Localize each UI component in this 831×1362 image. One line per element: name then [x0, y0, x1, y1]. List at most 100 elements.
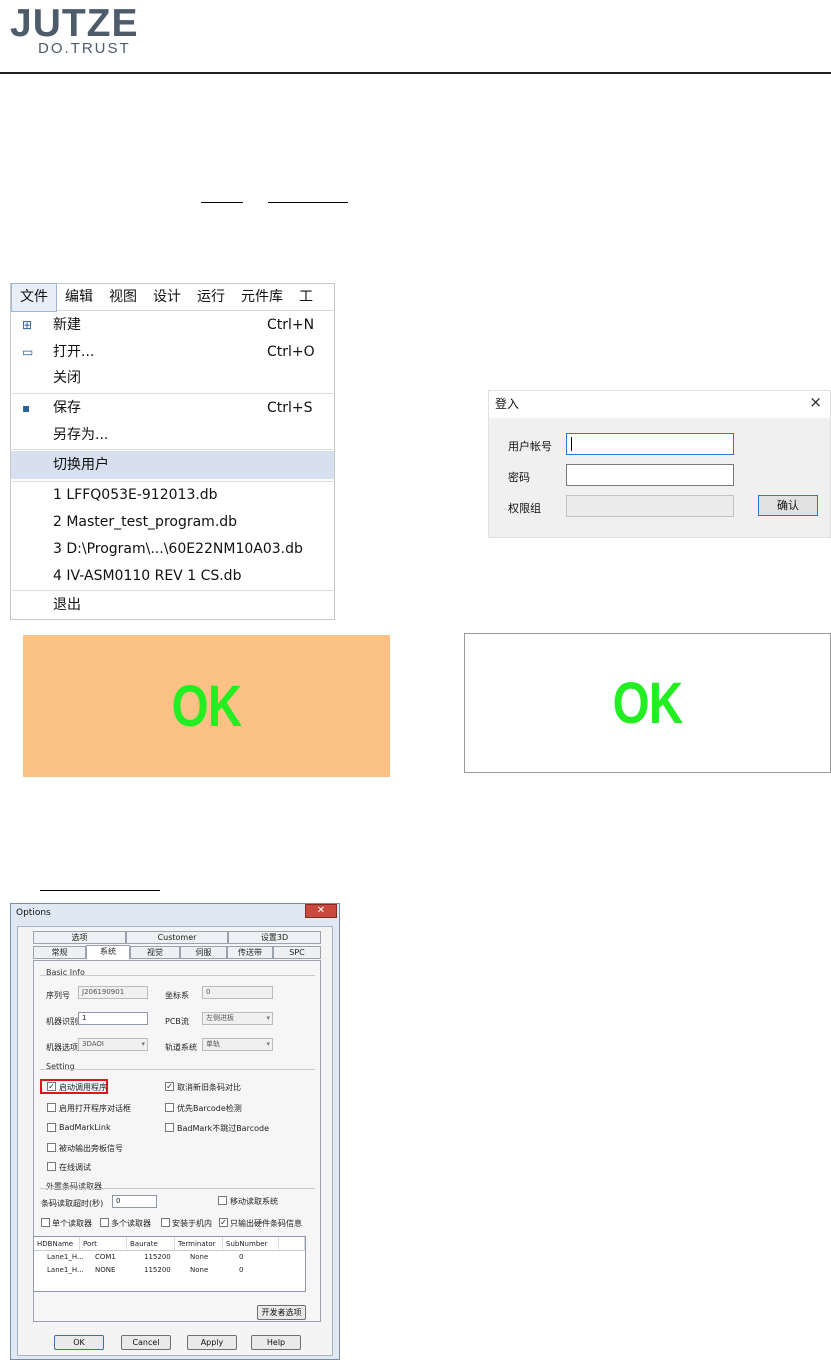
menu-item-label: 1 LFFQ053E-912013.db — [53, 487, 218, 503]
coordinate-field: 0 — [202, 986, 273, 999]
tab-setting-3d[interactable]: 设置3D — [228, 931, 321, 944]
cancel-barcode-compare-label: 取消新旧条码对比 — [177, 1083, 241, 1092]
menu-item-new[interactable]: ⊞ 新建 Ctrl+N — [11, 312, 334, 338]
serial-number-label: 序列号 — [46, 991, 70, 1000]
tab-customer[interactable]: Customer — [126, 931, 228, 944]
tab-spc[interactable]: SPC — [273, 946, 321, 959]
machine-option-select[interactable]: 3DAOI ▾ — [78, 1038, 148, 1051]
menu-item-label: 保存 — [53, 400, 81, 416]
checkbox-auto-load-program[interactable]: ✓ — [47, 1082, 56, 1091]
chevron-down-icon: ▾ — [266, 1014, 270, 1022]
machine-id-input[interactable]: 1 — [78, 1012, 148, 1025]
open-program-dialog-label: 启用打开程序对话框 — [59, 1104, 131, 1113]
hardware-barcode-only-label: 只输出硬件条码信息 — [230, 1219, 302, 1228]
tab-vision[interactable]: 视觉 — [130, 946, 180, 959]
checkbox-single-reader[interactable] — [41, 1218, 50, 1227]
password-label: 密码 — [508, 471, 530, 484]
underline-mark — [201, 202, 243, 203]
menu-item-shortcut: Ctrl+S — [267, 400, 313, 416]
tab-servo[interactable]: 伺服 — [180, 946, 227, 959]
menu-item-shortcut: Ctrl+O — [267, 344, 315, 360]
single-reader-label: 单个读取器 — [52, 1219, 92, 1228]
menu-item-recent-1[interactable]: 1 LFFQ053E-912013.db — [11, 482, 334, 508]
menu-item-label: 退出 — [53, 597, 81, 613]
ok-status-text: OK — [612, 670, 684, 736]
menu-item-close[interactable]: 关闭 — [11, 365, 334, 391]
password-input[interactable] — [566, 464, 734, 486]
menu-item-recent-2[interactable]: 2 Master_test_program.db — [11, 509, 334, 535]
machine-option-value: 3DAOI — [82, 1040, 104, 1048]
ok-button[interactable]: OK — [54, 1335, 104, 1350]
table-cell[interactable]: COM1 — [92, 1252, 134, 1263]
table-cell[interactable]: Lane1_H... — [44, 1252, 90, 1263]
close-icon[interactable]: × — [809, 393, 822, 411]
barcode-timeout-label: 条码读取超时(秒) — [41, 1199, 104, 1208]
ok-status-text: OK — [171, 673, 243, 739]
jutze-logo: JUTZE DO.TRUST — [10, 2, 150, 62]
menu-separator — [12, 393, 333, 394]
chevron-down-icon: ▾ — [141, 1040, 145, 1048]
table-cell[interactable]: None — [187, 1265, 229, 1276]
barcode-reader-group-label: 外置条码读取器 — [46, 1182, 102, 1191]
menu-library[interactable]: 元件库 — [233, 284, 291, 311]
help-button[interactable]: Help — [251, 1335, 301, 1350]
tab-options[interactable]: 选项 — [33, 931, 126, 944]
checkbox-barcode-priority[interactable] — [165, 1103, 174, 1112]
apply-button[interactable]: Apply — [187, 1335, 237, 1350]
menu-item-open[interactable]: ▭ 打开... Ctrl+O — [11, 339, 334, 365]
menu-item-label: 关闭 — [53, 370, 81, 386]
checkbox-multi-reader[interactable] — [100, 1218, 109, 1227]
menu-item-save-as[interactable]: 另存为... — [11, 422, 334, 448]
table-cell[interactable]: 0 — [236, 1252, 276, 1263]
menu-item-shortcut: Ctrl+N — [267, 317, 315, 333]
user-account-input[interactable] — [566, 433, 734, 455]
menu-file[interactable]: 文件 — [11, 282, 57, 312]
chevron-down-icon: ▾ — [266, 1040, 270, 1048]
checkbox-hardware-barcode-only[interactable]: ✓ — [219, 1218, 228, 1227]
checkbox-passive-output[interactable] — [47, 1143, 56, 1152]
checkbox-cancel-barcode-compare[interactable]: ✓ — [165, 1082, 174, 1091]
login-dialog: 登入 × 用户帐号 密码 权限组 确认 — [488, 390, 831, 538]
ok-panel-white: OK — [464, 633, 831, 773]
tab-general[interactable]: 常规 — [33, 946, 86, 959]
table-cell[interactable]: 115200 — [141, 1265, 183, 1276]
menu-edit[interactable]: 编辑 — [57, 284, 101, 311]
machine-option-label: 机器选项 — [46, 1043, 78, 1052]
checkbox-online-debug[interactable] — [47, 1162, 56, 1171]
menu-item-recent-3[interactable]: 3 D:\Program\...\60E22NM10A03.db — [11, 536, 334, 562]
menu-separator — [12, 449, 333, 450]
confirm-button[interactable]: 确认 — [758, 495, 818, 516]
menu-tools[interactable]: 工 — [291, 284, 321, 311]
table-cell[interactable]: None — [187, 1252, 229, 1263]
passive-output-label: 被动输出旁板信号 — [59, 1144, 123, 1153]
table-cell[interactable]: NONE — [92, 1265, 134, 1276]
multi-reader-label: 多个读取器 — [111, 1219, 151, 1228]
close-icon[interactable]: ✕ — [305, 904, 337, 918]
tab-system[interactable]: 系统 — [86, 945, 130, 960]
track-system-value: 单轨 — [206, 1040, 220, 1048]
checkbox-mobile-read[interactable] — [218, 1196, 227, 1205]
developer-options-button[interactable]: 开发者选项 — [257, 1305, 306, 1320]
checkbox-open-program-dialog[interactable] — [47, 1103, 56, 1112]
table-cell[interactable]: Lane1_H... — [44, 1265, 90, 1276]
barcode-timeout-input[interactable]: 0 — [112, 1195, 157, 1208]
checkbox-badmark-no-skip[interactable] — [165, 1123, 174, 1132]
pcb-flow-select[interactable]: 左侧进板 ▾ — [202, 1012, 273, 1025]
menu-item-switch-user[interactable]: 切换用户 — [11, 451, 334, 479]
menu-item-recent-4[interactable]: 4 IV-ASM0110 REV 1 CS.db — [11, 563, 334, 589]
menu-run[interactable]: 运行 — [189, 284, 233, 311]
track-system-select[interactable]: 单轨 ▾ — [202, 1038, 273, 1051]
checkbox-badmark-link[interactable] — [47, 1123, 56, 1132]
install-inside-label: 安装于机内 — [172, 1219, 212, 1228]
menu-item-exit[interactable]: 退出 — [11, 592, 334, 618]
tab-conveyor[interactable]: 传送带 — [227, 946, 273, 959]
menu-view[interactable]: 视图 — [101, 284, 145, 311]
table-cell[interactable]: 115200 — [141, 1252, 183, 1263]
checkbox-install-inside[interactable] — [161, 1218, 170, 1227]
menu-design[interactable]: 设计 — [145, 284, 189, 311]
cancel-button[interactable]: Cancel — [121, 1335, 171, 1350]
table-header: HDBName — [34, 1237, 80, 1251]
menu-item-label: 另存为... — [53, 427, 109, 443]
menu-item-save[interactable]: ▪ 保存 Ctrl+S — [11, 395, 334, 421]
table-cell[interactable]: 0 — [236, 1265, 276, 1276]
